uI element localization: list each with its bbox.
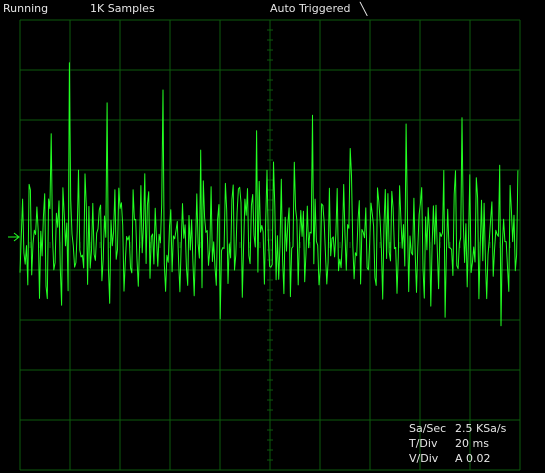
run-status[interactable]: Running [3, 2, 48, 16]
trigger-level-marker[interactable] [8, 232, 20, 242]
status-bar: Running 1K Samples Auto Triggered ╲ [0, 0, 545, 18]
falling-edge-icon[interactable]: ╲ [360, 2, 367, 16]
time-div-label: T/Div [409, 437, 438, 450]
sample-rate-row: Sa/Sec 2.5 KSa/s [409, 421, 545, 436]
measurement-readouts: Sa/Sec 2.5 KSa/s T/Div 20 ms V/Div A 0.0… [409, 421, 545, 466]
volt-div-row: V/Div A 0.02 [409, 451, 545, 466]
sample-rate-label: Sa/Sec [409, 422, 447, 435]
sample-rate-value: 2.5 KSa/s [455, 422, 507, 435]
volt-div-value: A 0.02 [455, 452, 491, 465]
volt-div-label: V/Div [409, 452, 439, 465]
time-div-row: T/Div 20 ms [409, 436, 545, 451]
trigger-mode[interactable]: Auto Triggered [270, 2, 350, 16]
waveform-trace [19, 62, 519, 327]
oscilloscope-display [8, 19, 521, 471]
graticule-grid [19, 19, 521, 471]
sample-count: 1K Samples [90, 2, 155, 15]
time-div-value: 20 ms [455, 437, 489, 450]
